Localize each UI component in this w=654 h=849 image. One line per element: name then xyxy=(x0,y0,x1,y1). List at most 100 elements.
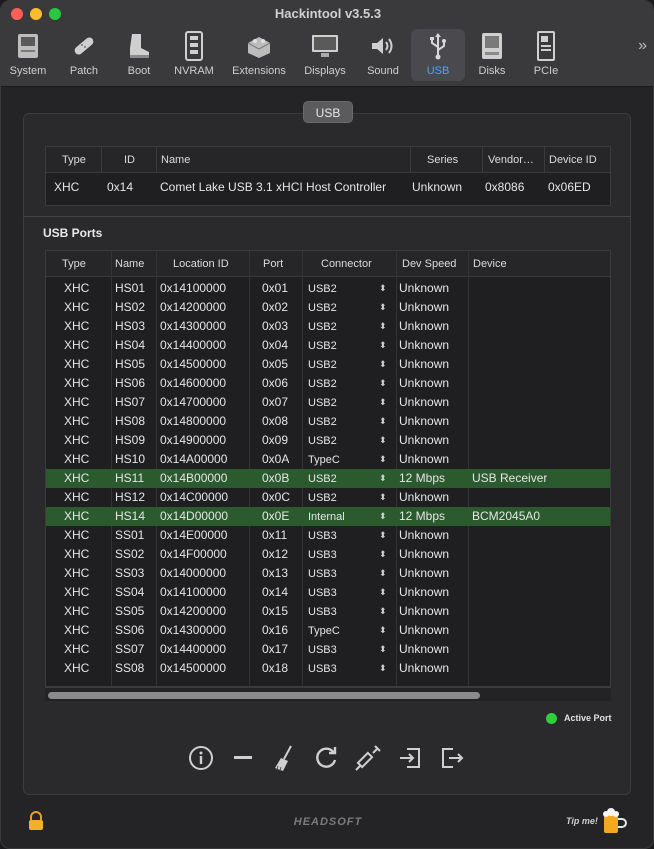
port-row[interactable]: XHC HS05 0x14500000 0x05 USB2 Unknown ⬍ xyxy=(46,355,610,375)
cell-connector[interactable]: USB2 xyxy=(308,318,337,337)
port-row[interactable]: XHC HS09 0x14900000 0x09 USB2 Unknown ⬍ xyxy=(46,431,610,451)
connector-popup-arrows-icon[interactable]: ⬍ xyxy=(379,507,387,526)
toolbar-pcie[interactable]: PCIe xyxy=(523,29,569,81)
info-button[interactable] xyxy=(186,743,216,773)
toolbar-extensions[interactable]: Extensions xyxy=(227,29,291,81)
cell-connector[interactable]: USB3 xyxy=(308,584,337,603)
connector-popup-arrows-icon[interactable]: ⬍ xyxy=(379,583,387,602)
toolbar-usb[interactable]: USB xyxy=(411,29,465,81)
connector-popup-arrows-icon[interactable]: ⬍ xyxy=(379,545,387,564)
toolbar-boot[interactable]: Boot xyxy=(117,29,161,81)
toolbar-nvram[interactable]: NVRAM xyxy=(169,29,219,81)
port-row[interactable]: XHC SS04 0x14100000 0x14 USB3 Unknown ⬍ xyxy=(46,583,610,603)
cell-connector[interactable]: USB3 xyxy=(308,641,337,660)
port-row[interactable]: XHC SS07 0x14400000 0x17 USB3 Unknown ⬍ xyxy=(46,640,610,660)
column-header[interactable]: ID xyxy=(101,147,156,173)
cell-connector[interactable]: USB2 xyxy=(308,337,337,356)
port-row[interactable]: XHC HS06 0x14600000 0x06 USB2 Unknown ⬍ xyxy=(46,374,610,394)
refresh-button[interactable] xyxy=(311,743,341,773)
toolbar-disks[interactable]: Disks xyxy=(469,29,515,81)
cell-connector[interactable]: USB3 xyxy=(308,546,337,565)
connector-popup-arrows-icon[interactable]: ⬍ xyxy=(379,355,387,374)
column-header[interactable]: Port xyxy=(249,251,302,277)
port-row[interactable]: XHC HS10 0x14A00000 0x0A TypeC Unknown ⬍ xyxy=(46,450,610,470)
connector-popup-arrows-icon[interactable]: ⬍ xyxy=(379,526,387,545)
cell-connector[interactable]: USB2 xyxy=(308,489,337,508)
cell-connector[interactable]: USB2 xyxy=(308,413,337,432)
column-header[interactable]: Device ID xyxy=(544,147,610,173)
connector-popup-arrows-icon[interactable]: ⬍ xyxy=(379,336,387,355)
clear-button[interactable] xyxy=(269,743,299,773)
connector-popup-arrows-icon[interactable]: ⬍ xyxy=(379,374,387,393)
import-button[interactable] xyxy=(395,743,425,773)
cell-connector[interactable]: USB2 xyxy=(308,394,337,413)
port-row[interactable]: XHC HS08 0x14800000 0x08 USB2 Unknown ⬍ xyxy=(46,412,610,432)
port-row[interactable]: XHC HS03 0x14300000 0x03 USB2 Unknown ⬍ xyxy=(46,317,610,337)
cell-connector[interactable]: USB2 xyxy=(308,470,337,489)
tip-me-button[interactable] xyxy=(601,807,627,840)
toolbar-overflow-button[interactable]: » xyxy=(638,37,647,55)
toolbar-patch[interactable]: Patch xyxy=(61,29,107,81)
port-row[interactable]: XHC HS07 0x14700000 0x07 USB2 Unknown ⬍ xyxy=(46,393,610,413)
inject-button[interactable] xyxy=(353,743,383,773)
port-row[interactable]: XHC SS08 0x14500000 0x18 USB3 Unknown ⬍ xyxy=(46,659,610,679)
column-header[interactable]: Dev Speed xyxy=(396,251,468,277)
connector-popup-arrows-icon[interactable]: ⬍ xyxy=(379,640,387,659)
port-row[interactable]: XHC SS05 0x14200000 0x15 USB3 Unknown ⬍ xyxy=(46,602,610,622)
cell-connector[interactable]: USB2 xyxy=(308,375,337,394)
port-row[interactable]: XHC SS02 0x14F00000 0x12 USB3 Unknown ⬍ xyxy=(46,545,610,565)
connector-popup-arrows-icon[interactable]: ⬍ xyxy=(379,450,387,469)
port-row[interactable]: XHC HS01 0x14100000 0x01 USB2 Unknown ⬍ xyxy=(46,279,610,299)
cell-connector[interactable]: Internal xyxy=(308,508,345,527)
port-row[interactable]: XHC HS11 0x14B00000 0x0B USB2 12 Mbps USB Rece… xyxy=(46,469,610,489)
export-button[interactable] xyxy=(437,743,467,773)
port-row[interactable]: XHC HS12 0x14C00000 0x0C USB2 Unknown ⬍ xyxy=(46,488,610,508)
port-row[interactable]: XHC HS02 0x14200000 0x02 USB2 Unknown ⬍ xyxy=(46,298,610,318)
tab-usb[interactable]: USB xyxy=(303,101,353,123)
column-header[interactable]: Name xyxy=(111,251,156,277)
connector-popup-arrows-icon[interactable]: ⬍ xyxy=(379,412,387,431)
cell-connector[interactable]: USB3 xyxy=(308,565,337,584)
connector-popup-arrows-icon[interactable]: ⬍ xyxy=(379,602,387,621)
column-header[interactable]: Connector xyxy=(302,251,396,277)
cell-connector[interactable]: USB3 xyxy=(308,660,337,679)
connector-popup-arrows-icon[interactable]: ⬍ xyxy=(379,621,387,640)
cell-connector[interactable]: USB2 xyxy=(308,356,337,375)
scrollbar-thumb[interactable] xyxy=(48,692,480,699)
column-header[interactable]: Device xyxy=(468,251,610,277)
connector-popup-arrows-icon[interactable]: ⬍ xyxy=(379,564,387,583)
cell-connector[interactable]: USB3 xyxy=(308,527,337,546)
column-header[interactable]: Vendor… xyxy=(482,147,544,173)
port-row[interactable]: XHC SS03 0x14000000 0x13 USB3 Unknown ⬍ xyxy=(46,564,610,584)
remove-button[interactable] xyxy=(228,743,258,773)
toolbar-displays[interactable]: Displays xyxy=(297,29,353,81)
connector-popup-arrows-icon[interactable]: ⬍ xyxy=(379,279,387,298)
connector-popup-arrows-icon[interactable]: ⬍ xyxy=(379,298,387,317)
column-header[interactable]: Location ID xyxy=(156,251,249,277)
connector-popup-arrows-icon[interactable]: ⬍ xyxy=(379,469,387,488)
column-header[interactable]: Type xyxy=(46,147,101,173)
horizontal-scrollbar[interactable] xyxy=(45,687,611,701)
cell-connector[interactable]: TypeC xyxy=(308,622,340,641)
port-row[interactable]: XHC HS04 0x14400000 0x04 USB2 Unknown ⬍ xyxy=(46,336,610,356)
column-header[interactable]: Name xyxy=(156,147,410,173)
toolbar-system[interactable]: System xyxy=(5,29,51,81)
cell-connector[interactable]: USB3 xyxy=(308,603,337,622)
connector-popup-arrows-icon[interactable]: ⬍ xyxy=(379,393,387,412)
cell-connector[interactable]: USB2 xyxy=(308,299,337,318)
cell-connector[interactable]: TypeC xyxy=(308,451,340,470)
toolbar-sound[interactable]: Sound xyxy=(359,29,407,81)
cell-connector[interactable]: USB2 xyxy=(308,280,337,299)
tip-me-label[interactable]: Tip me! xyxy=(566,816,598,826)
connector-popup-arrows-icon[interactable]: ⬍ xyxy=(379,659,387,678)
connector-popup-arrows-icon[interactable]: ⬍ xyxy=(379,431,387,450)
column-header[interactable]: Series xyxy=(410,147,482,173)
column-header[interactable]: Type xyxy=(46,251,111,277)
controller-row[interactable]: XHC 0x14 Comet Lake USB 3.1 xHCI Host Co… xyxy=(46,175,610,199)
port-row[interactable]: XHC SS06 0x14300000 0x16 TypeC Unknown ⬍ xyxy=(46,621,610,641)
cell-connector[interactable]: USB2 xyxy=(308,432,337,451)
port-row[interactable]: XHC SS01 0x14E00000 0x11 USB3 Unknown ⬍ xyxy=(46,526,610,546)
connector-popup-arrows-icon[interactable]: ⬍ xyxy=(379,317,387,336)
port-row[interactable]: XHC HS14 0x14D00000 0x0E Internal 12 Mbps BCM2… xyxy=(46,507,610,527)
connector-popup-arrows-icon[interactable]: ⬍ xyxy=(379,488,387,507)
